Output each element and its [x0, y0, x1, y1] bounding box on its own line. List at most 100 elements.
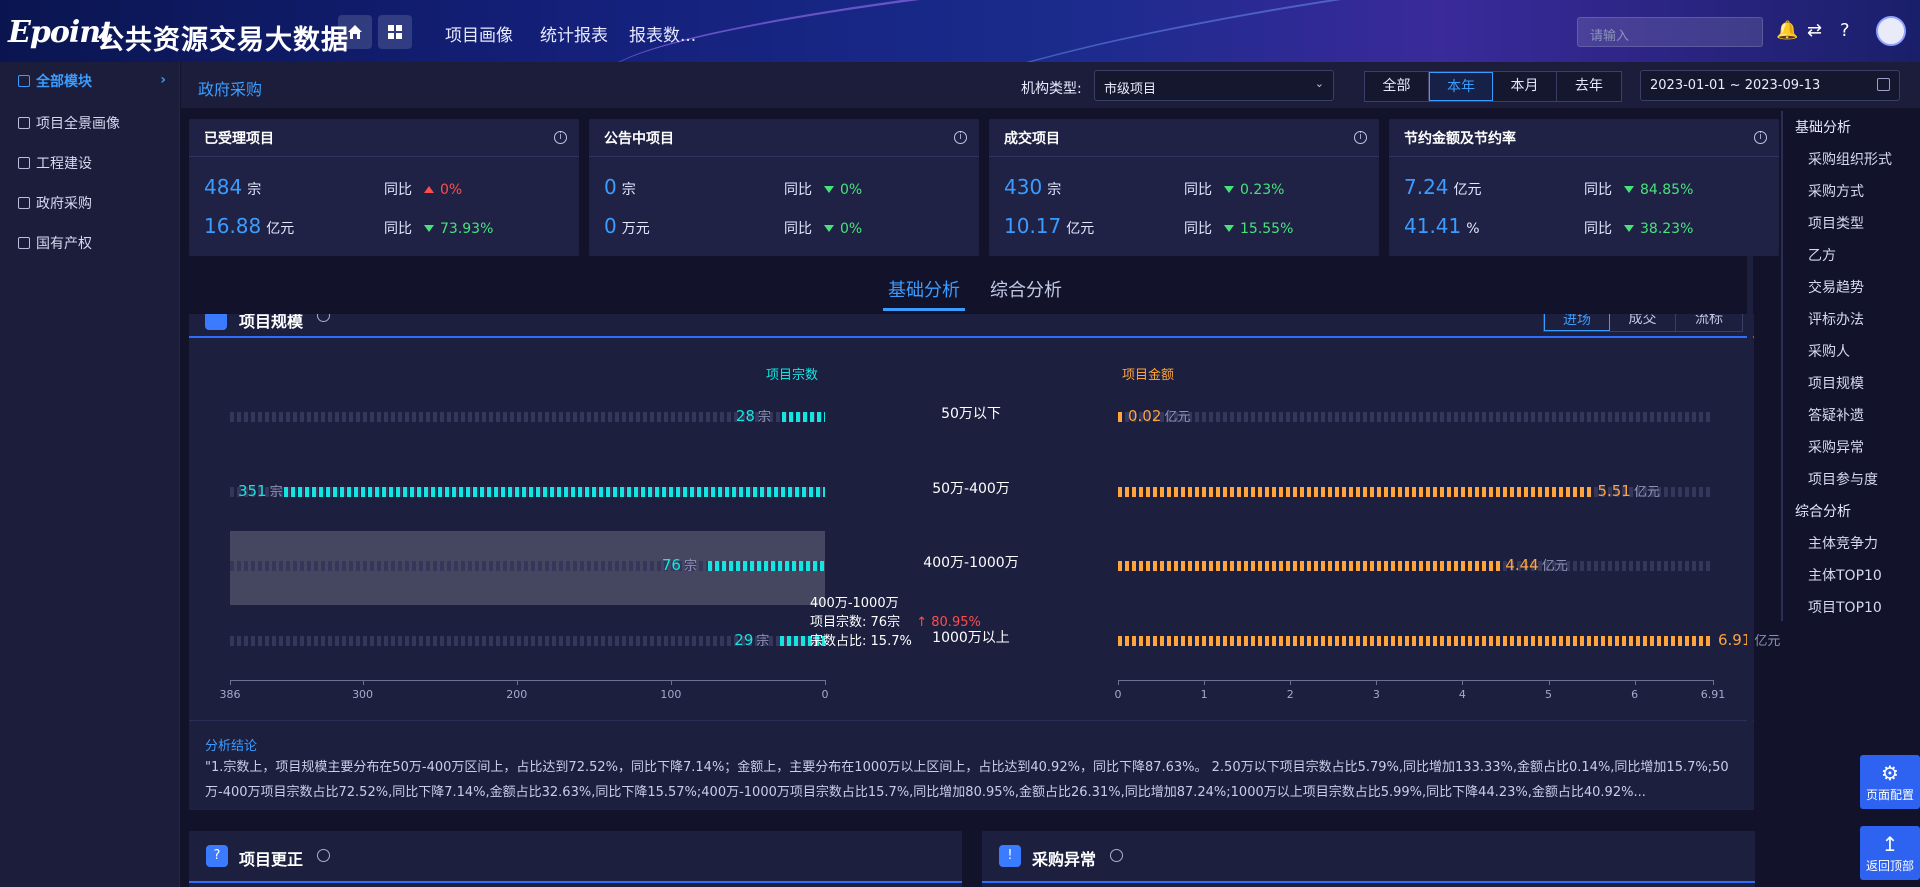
- right-nav-item[interactable]: 采购人: [1808, 341, 1850, 361]
- switch-icon[interactable]: ⇄: [1807, 20, 1822, 41]
- amount-value-label: 5.51 亿元: [1597, 481, 1659, 500]
- axis-tick: [230, 680, 231, 685]
- project-correction-panel: ? 项目更正: [189, 831, 962, 887]
- card-value: 10.17: [1004, 214, 1062, 238]
- period-this-year[interactable]: 本年: [1429, 72, 1493, 101]
- right-nav-item[interactable]: 评标办法: [1808, 309, 1864, 329]
- right-nav-item[interactable]: 乙方: [1808, 245, 1836, 265]
- info-icon[interactable]: i: [1354, 131, 1367, 144]
- card-value: 430: [1004, 175, 1043, 199]
- right-nav-group[interactable]: 综合分析: [1795, 501, 1851, 521]
- sidebar-item-project-overview[interactable]: 项目全景画像: [0, 104, 180, 142]
- mode-failed[interactable]: 流标: [1676, 314, 1742, 331]
- back-to-top-button[interactable]: ↥ 返回顶部: [1860, 826, 1920, 880]
- axis-tick: [1204, 680, 1206, 685]
- arrow-down-icon: [424, 225, 434, 232]
- info-icon[interactable]: i: [954, 131, 967, 144]
- yoy-value: 84.85%: [1640, 182, 1694, 198]
- period-this-month[interactable]: 本月: [1493, 72, 1557, 101]
- module-icon: [18, 157, 30, 169]
- count-series-title: 项目宗数: [766, 368, 819, 383]
- count-value: 76: [661, 556, 681, 574]
- right-nav-item[interactable]: 采购组织形式: [1808, 149, 1892, 169]
- right-nav-item[interactable]: 答疑补遗: [1808, 405, 1864, 425]
- info-icon[interactable]: [317, 314, 330, 322]
- right-nav-item[interactable]: 采购异常: [1808, 437, 1864, 457]
- yoy-label: 同比: [784, 182, 812, 198]
- sidebar-item-government-procurement[interactable]: 政府采购: [0, 184, 180, 222]
- search-input[interactable]: 请输入: [1577, 17, 1763, 47]
- nav-statistics-report[interactable]: 统计报表: [540, 21, 608, 46]
- breadcrumb[interactable]: 政府采购: [198, 76, 262, 100]
- amount-series-title: 项目金额: [1122, 368, 1175, 383]
- org-type-label: 机构类型:: [1021, 81, 1082, 97]
- stat-card: 公告中项目 i 0 宗同比 0% 0 万元 同比 0%: [589, 119, 979, 256]
- nav-project-profile[interactable]: 项目画像: [445, 21, 513, 46]
- panel-title-bar: ? 项目更正: [189, 831, 962, 883]
- count-tick-label: 0: [821, 688, 829, 701]
- info-icon[interactable]: i: [554, 131, 567, 144]
- right-nav-item[interactable]: 项目类型: [1808, 213, 1864, 233]
- active-tab-underline: [883, 308, 965, 311]
- right-nav-item[interactable]: 项目规模: [1808, 373, 1864, 393]
- tab-basic-analysis[interactable]: 基础分析: [888, 276, 960, 302]
- procurement-anomaly-panel: ! 采购异常: [982, 831, 1755, 887]
- period-last-year[interactable]: 去年: [1557, 72, 1621, 101]
- org-type-select[interactable]: 市级项目 ⌄: [1094, 70, 1334, 101]
- card-value: 41.41: [1404, 214, 1462, 238]
- mode-entry[interactable]: 进场: [1544, 314, 1610, 331]
- conclusion-text: "1.宗数上，项目规模主要分布在50万-400万区间上，占比达到72.52%，同…: [205, 760, 1729, 800]
- card-row: 10.17 亿元 同比 15.55%: [1004, 214, 1374, 238]
- home-button[interactable]: [338, 15, 372, 49]
- amount-tick-label: 2: [1286, 688, 1294, 701]
- axis-tick: [362, 680, 364, 685]
- sidebar-item-state-property[interactable]: 国有产权: [0, 224, 180, 262]
- info-icon[interactable]: i: [1754, 131, 1767, 144]
- page-config-button[interactable]: ⚙ 页面配置: [1860, 755, 1920, 809]
- right-nav-item[interactable]: 主体TOP10: [1808, 565, 1882, 585]
- right-nav-item[interactable]: 主体竞争力: [1808, 533, 1878, 553]
- right-nav-item[interactable]: 项目TOP10: [1808, 597, 1882, 617]
- right-nav-item[interactable]: 交易趋势: [1808, 277, 1864, 297]
- help-icon[interactable]: ?: [1840, 20, 1850, 41]
- bell-icon[interactable]: 🔔: [1776, 20, 1798, 41]
- tooltip-count-change: 80.95%: [931, 615, 981, 630]
- right-nav-item[interactable]: 采购方式: [1808, 181, 1864, 201]
- sidebar-item-label: 项目全景画像: [36, 116, 120, 132]
- apps-button[interactable]: [378, 15, 412, 49]
- folder-icon: [205, 314, 227, 330]
- org-type-value: 市级项目: [1104, 82, 1157, 97]
- card-unit: 宗: [621, 182, 636, 198]
- sidebar-item-label: 全部模块: [36, 74, 92, 90]
- sidebar-item-all-modules[interactable]: 全部模块 ›: [0, 62, 180, 100]
- tab-comprehensive-analysis[interactable]: 综合分析: [990, 276, 1062, 302]
- info-icon[interactable]: [317, 849, 330, 862]
- stat-card: 已受理项目 i 484 宗同比 0% 16.88 亿元 同比 73.93%: [189, 119, 579, 256]
- right-nav-item[interactable]: 项目参与度: [1808, 469, 1878, 489]
- info-icon[interactable]: [1110, 849, 1123, 862]
- mode-deal[interactable]: 成交: [1610, 314, 1676, 331]
- card-value: 7.24: [1404, 175, 1449, 199]
- sidebar: 全部模块 › 项目全景画像 工程建设 政府采购 国有产权: [0, 62, 180, 887]
- tooltip-title: 400万-1000万: [810, 596, 899, 611]
- yoy-value: 15.55%: [1240, 221, 1294, 237]
- count-axis-line: [230, 680, 825, 681]
- amount-value: 5.51: [1597, 482, 1631, 500]
- arrow-down-icon: [824, 225, 834, 232]
- right-nav-rail: [1781, 111, 1783, 621]
- card-value: 16.88: [204, 214, 262, 238]
- scrollbar[interactable]: [1747, 256, 1753, 810]
- sidebar-item-construction[interactable]: 工程建设: [0, 144, 180, 182]
- right-nav-group[interactable]: 基础分析: [1795, 117, 1851, 137]
- avatar[interactable]: [1876, 16, 1906, 46]
- arrow-down-icon: [1624, 186, 1634, 193]
- card-header: 节约金额及节约率 i: [1389, 119, 1779, 157]
- card-title: 已受理项目: [204, 130, 274, 147]
- card-value: 0: [604, 175, 617, 199]
- card-row: 41.41% 同比 38.23%: [1404, 214, 1774, 238]
- period-all[interactable]: 全部: [1365, 72, 1429, 101]
- yoy-value: 0%: [840, 221, 863, 237]
- date-range-picker[interactable]: 2023-01-01 ~ 2023-09-13: [1640, 70, 1900, 101]
- card-row: 0 万元 同比 0%: [604, 214, 974, 238]
- nav-report-data[interactable]: 报表数...: [629, 21, 696, 46]
